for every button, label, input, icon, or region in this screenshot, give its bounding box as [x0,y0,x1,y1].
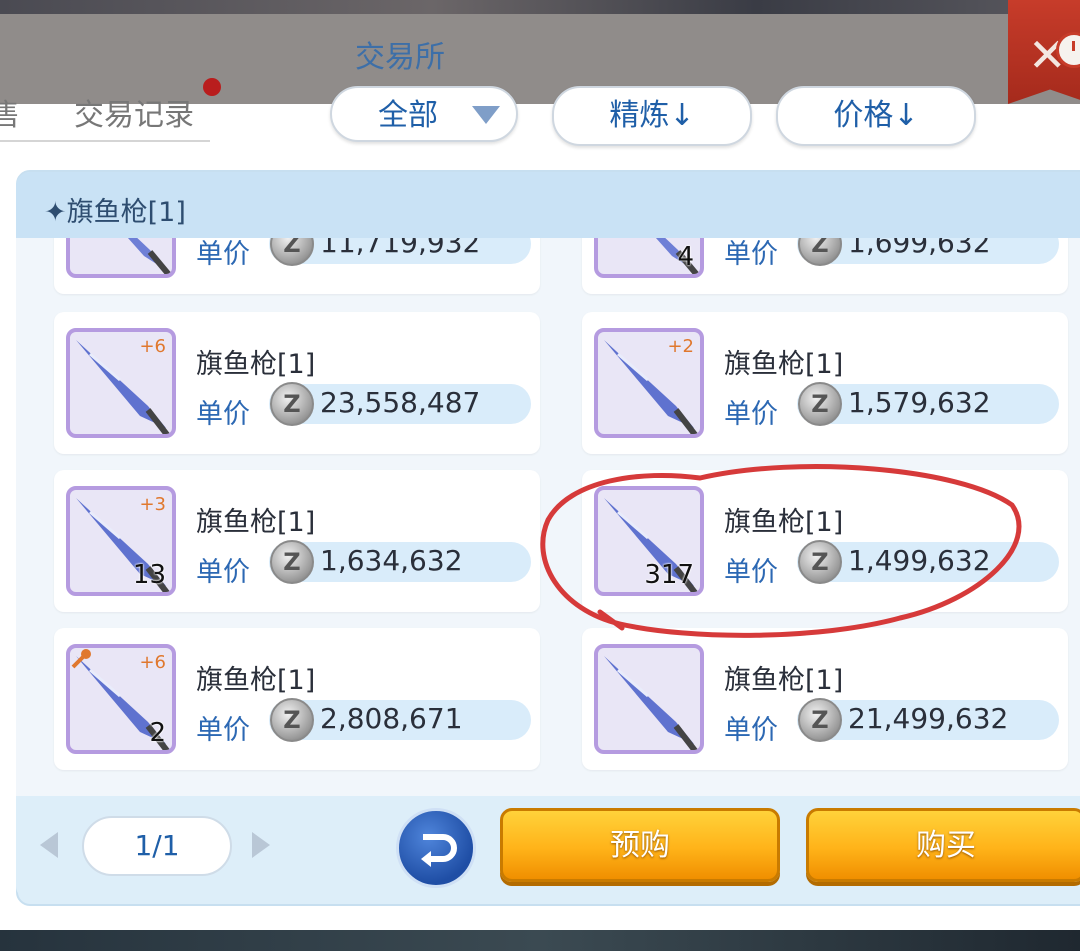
tab-trade-record[interactable]: 交易记录 [74,90,194,134]
item-thumbnail: 317 [594,486,704,596]
buy-button[interactable]: 购买 [806,808,1080,882]
list-item[interactable]: 317 旗鱼枪[1] 单价 Z 1,499,632 [582,470,1068,612]
refine-level: +6 [139,336,166,357]
category-dropdown[interactable]: 全部 [330,86,518,142]
zeny-coin-icon: Z [798,698,842,742]
tab-sell[interactable]: 售 [0,90,20,134]
unit-price-label: 单价 [196,399,250,430]
prev-page-icon[interactable] [40,832,58,858]
next-page-icon[interactable] [252,832,270,858]
item-name: 旗鱼枪[1] [724,507,844,538]
wrench-icon [71,649,91,669]
list-header-label: ✦旗鱼枪[1] [44,197,186,228]
close-button[interactable]: ✕ [1008,0,1080,104]
stack-count: 317 [644,560,694,590]
tab-underline [0,140,210,142]
refine-level: +3 [139,494,166,515]
zeny-coin-icon: Z [798,382,842,426]
item-name: 旗鱼枪[1] [196,507,316,538]
item-thumbnail: +6 2 [66,644,176,754]
list-item[interactable]: +6 2 旗鱼枪[1] 单价 Z 2,808,671 [54,628,540,770]
list-item[interactable]: 旗鱼枪[1] 单价 Z 21,499,632 [582,628,1068,770]
page-indicator: 1/1 [82,816,232,876]
item-price: 1,579,632 [848,386,991,419]
unit-price-label: 单价 [724,399,778,430]
item-thumbnail [594,644,704,754]
swordfish-spear-icon [127,238,172,274]
refine-level: +6 [139,652,166,673]
item-price: 11,719,932 [320,238,481,259]
zeny-coin-icon: Z [270,382,314,426]
game-background-top [0,0,1080,14]
item-name: 旗鱼枪[1] [196,349,316,380]
page-title: 交易所 [355,40,445,75]
category-dropdown-label: 全部 [378,98,438,133]
unit-price-label: 单价 [724,715,778,746]
stack-count: 13 [132,560,166,590]
unit-price-label: 单价 [196,715,250,746]
item-price: 23,558,487 [320,386,481,419]
list-item[interactable]: +3 13 旗鱼枪[1] 单价 Z 1,634,632 [54,470,540,612]
refine-sort-button[interactable]: 精炼↓ [552,86,752,146]
list-item[interactable]: +2 旗鱼枪[1] 单价 Z 1,579,632 [582,312,1068,454]
list-item-partial-left[interactable]: 单价 Z 11,719,932 [54,238,540,294]
stack-count: 2 [149,718,166,748]
item-name: 旗鱼枪[1] [724,665,844,696]
price-sort-button[interactable]: 价格↓ [776,86,976,146]
unit-price-label: 单价 [196,239,250,270]
zeny-coin-icon: Z [798,540,842,584]
zeny-coin-icon: Z [270,540,314,584]
item-price: 1,634,632 [320,544,463,577]
item-thumbnail: 4 [594,238,704,278]
unit-price-label: 单价 [724,557,778,588]
return-button[interactable] [396,808,476,888]
unit-price-label: 单价 [196,557,250,588]
item-thumbnail: +2 [594,328,704,438]
list-item[interactable]: +6 旗鱼枪[1] 单价 Z 23,558,487 [54,312,540,454]
item-price: 1,499,632 [848,544,991,577]
item-name: 旗鱼枪[1] [724,349,844,380]
preorder-button[interactable]: 预购 [500,808,780,882]
item-thumbnail: +6 [66,328,176,438]
notification-dot [203,78,221,96]
item-list[interactable]: 单价 Z 11,719,932 4 单价 Z 1,699,632 +6 旗鱼枪[… [16,238,1080,796]
item-thumbnail: +3 13 [66,486,176,596]
triangle-down-icon [472,106,500,124]
list-item-partial-right[interactable]: 4 单价 Z 1,699,632 [582,238,1068,294]
item-price: 2,808,671 [320,702,463,735]
unit-price-label: 单价 [724,239,778,270]
stack-count: 4 [677,242,694,272]
refine-level: +2 [667,336,694,357]
swordfish-spear-icon [604,656,699,750]
item-price: 21,499,632 [848,702,1009,735]
item-price: 1,699,632 [848,238,991,259]
game-background-bottom [0,930,1080,951]
zeny-coin-icon: Z [270,698,314,742]
return-arrow-icon [421,834,457,867]
item-thumbnail [66,238,176,278]
item-name: 旗鱼枪[1] [196,665,316,696]
